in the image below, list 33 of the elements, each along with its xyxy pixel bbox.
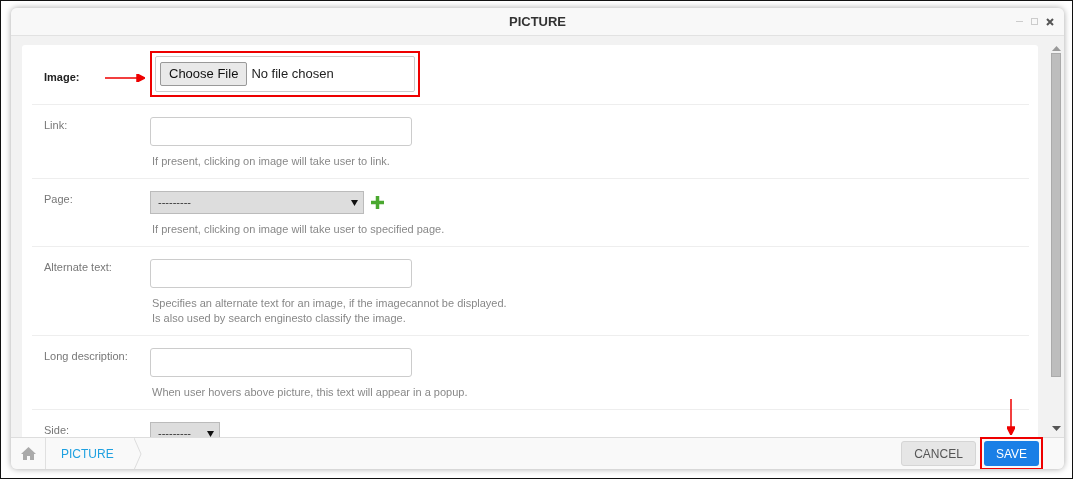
- text-input[interactable]: [150, 348, 412, 377]
- window-title: PICTURE: [508, 12, 567, 31]
- field-label: Side:: [44, 423, 70, 437]
- help-text: When user hovers above picture, this text will appear in a popup.: [152, 386, 468, 399]
- field-label: Link:: [44, 118, 68, 133]
- scroll-down-icon[interactable]: [1051, 426, 1061, 431]
- field-label: Long description:: [44, 349, 128, 364]
- scrollbar-thumb[interactable]: [1051, 53, 1061, 377]
- maximize-icon[interactable]: [1031, 18, 1038, 25]
- field-label: Image:: [44, 70, 80, 85]
- annotation-arrow: [105, 74, 145, 82]
- help-text: Is also used by search enginesto classify the image.: [152, 312, 407, 325]
- select-dropdown[interactable]: ---------: [150, 422, 220, 437]
- close-icon[interactable]: [1046, 17, 1054, 26]
- file-input[interactable]: Choose File No file chosen: [155, 56, 415, 92]
- scroll-up-icon[interactable]: [1051, 46, 1061, 51]
- text-input[interactable]: [150, 117, 412, 146]
- help-text: If present, clicking on image will take user to specified page.: [152, 223, 445, 236]
- select-dropdown[interactable]: ---------: [150, 191, 364, 214]
- help-text: Specifies an alternate text for an image, if the imagecannot be displayed.: [152, 297, 507, 310]
- help-text: If present, clicking on image will take user to link.: [152, 155, 391, 168]
- save-button[interactable]: SAVE: [983, 441, 1039, 467]
- minimize-icon[interactable]: [1016, 18, 1023, 25]
- field-label: Alternate text:: [44, 260, 112, 275]
- cancel-button[interactable]: CANCEL: [901, 441, 976, 466]
- annotation-arrow: [1007, 398, 1016, 435]
- choose-file-button[interactable]: Choose File: [160, 62, 248, 86]
- file-status: No file chosen: [251, 65, 334, 84]
- text-input[interactable]: [150, 259, 412, 288]
- caret-icon: [351, 199, 358, 206]
- add-icon[interactable]: [371, 196, 384, 209]
- field-label: Page:: [44, 192, 73, 207]
- home-icon[interactable]: [20, 447, 36, 460]
